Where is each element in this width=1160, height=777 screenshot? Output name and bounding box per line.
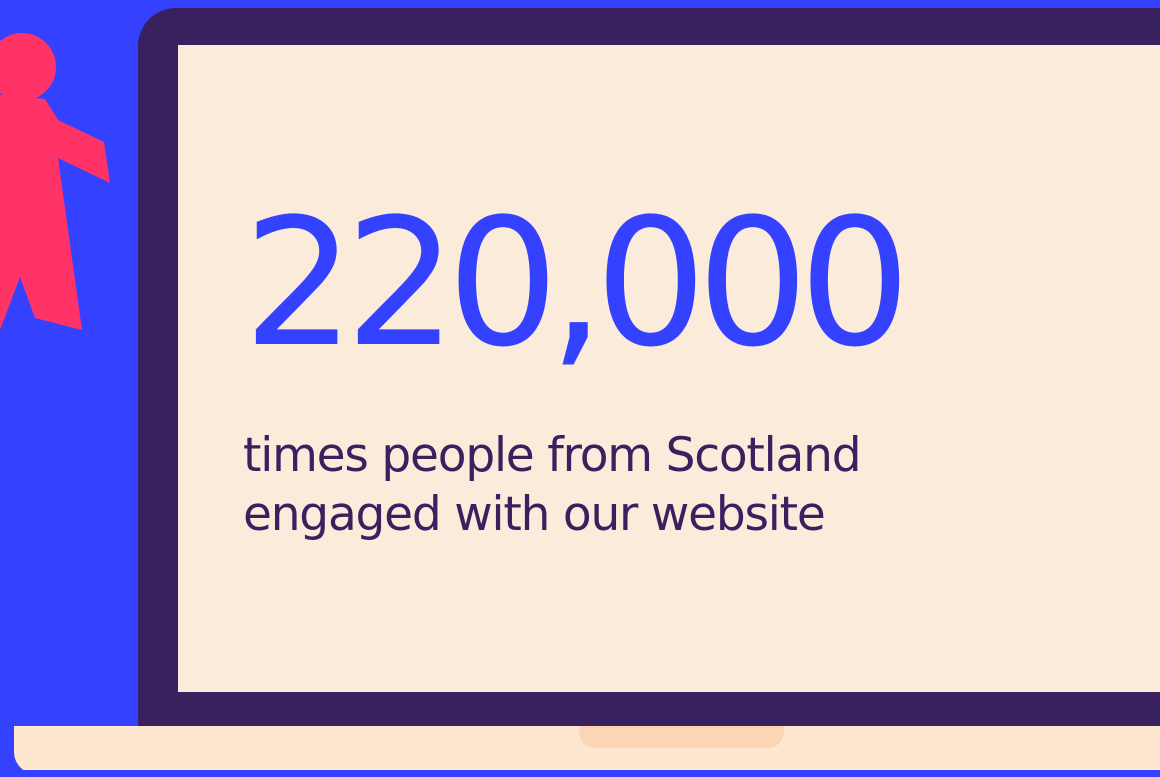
stat-illustration: 220,000 times people from Scotland engag… <box>0 0 1160 777</box>
laptop-base-edge <box>0 770 1160 777</box>
stat-caption: times people from Scotland engaged with … <box>243 428 862 543</box>
person-waving-icon <box>0 0 140 330</box>
laptop-opening-notch <box>579 726 784 748</box>
stat-number: 220,000 <box>243 181 911 386</box>
